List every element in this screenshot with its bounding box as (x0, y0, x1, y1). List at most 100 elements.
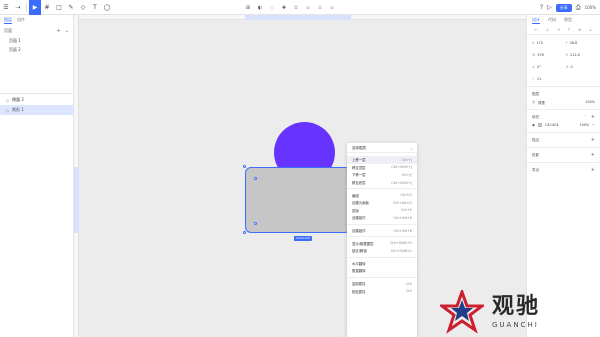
corner-radius-handle[interactable] (254, 177, 257, 180)
context-menu-item[interactable]: 创建组件 Ctrl+Alt+K (347, 227, 417, 235)
property-field[interactable]: H 212.6 (566, 51, 596, 58)
tab-code[interactable]: 代码 (548, 17, 556, 23)
menu-separator (347, 223, 417, 225)
fill-opacity[interactable]: 100% (579, 123, 589, 127)
blend-mode[interactable]: 穿透 (538, 100, 545, 105)
visibility-icon[interactable]: ◉ (532, 123, 535, 127)
blend-row[interactable]: ◎ 穿透 100% (532, 98, 595, 106)
property-value[interactable]: 0° (537, 65, 541, 69)
property-field[interactable]: W 376 (532, 51, 562, 58)
intersect-icon[interactable]: ⧇ (315, 0, 325, 15)
context-menu-item[interactable]: 创建组件 Ctrl+Alt+K (347, 214, 417, 222)
subtract-icon[interactable]: ⧈ (303, 0, 313, 15)
tab-layers[interactable]: 图层 (4, 17, 12, 24)
context-menu-item[interactable]: 显示/隐藏图层 Ctrl+Shift+H (347, 239, 417, 247)
add-page-icon[interactable]: + (57, 28, 61, 34)
align-top-icon[interactable]: ⊤ (567, 27, 570, 32)
chevron-down-icon[interactable]: ⌄ (65, 28, 69, 34)
rectangle-shape[interactable] (245, 167, 351, 233)
select-icon[interactable]: ▶ (29, 0, 41, 15)
pen-icon[interactable]: ✎ (65, 0, 77, 15)
layer-item-ellipse[interactable]: ◇ 椭圆 2 (0, 95, 74, 105)
property-field[interactable]: Y 28.6 (566, 39, 596, 46)
property-value[interactable]: 0 (570, 65, 572, 69)
rectangle-icon[interactable]: □ (53, 0, 65, 15)
fill-color[interactable]: C4C4C4 (545, 123, 559, 127)
fill-swatch[interactable] (537, 123, 542, 127)
menu-item-label: 垂直翻转 (352, 269, 366, 274)
add-stroke-icon[interactable]: + (591, 137, 595, 143)
property-field[interactable]: ⌐ 21 (532, 75, 562, 82)
align-left-icon[interactable]: ⊢ (535, 27, 538, 32)
corner-radius-handle[interactable] (254, 222, 257, 225)
property-key: H (565, 52, 569, 57)
style-icon[interactable]: ⁘ (584, 114, 587, 120)
context-menu-item[interactable]: 上移一层 Ctrl+] (347, 156, 417, 164)
property-field[interactable]: ◔ 0 (566, 63, 596, 70)
align-middle-icon[interactable]: ≡ (578, 27, 581, 32)
align-center-icon[interactable]: ⊥ (546, 27, 549, 32)
share-button[interactable]: 分享 (555, 3, 572, 12)
text-icon[interactable]: T (89, 0, 101, 15)
exclude-icon[interactable]: ⧆ (327, 0, 337, 15)
menu-icon[interactable]: ☰ (0, 0, 12, 15)
tab-prototype[interactable]: 原型 (564, 17, 572, 23)
component-icon[interactable]: ⊞ (243, 0, 253, 15)
context-menu-item[interactable]: 锁定/解锁 Ctrl+Shift+L (347, 247, 417, 255)
comment-icon[interactable]: ◯ (101, 0, 113, 15)
align-bottom-icon[interactable]: ⊥ (589, 27, 592, 32)
context-menu-item[interactable]: 创建为画板 Ctrl+Alt+G (347, 199, 417, 207)
context-menu-item[interactable]: 蒙版 Ctrl+E (347, 207, 417, 215)
align-right-icon[interactable]: ⊣ (556, 27, 559, 32)
help-icon[interactable]: ? (540, 4, 543, 11)
boolean-icon[interactable]: ◇ (267, 0, 277, 15)
watermark-logo: 观驰 GUANCHI (440, 286, 600, 337)
watermark-text: 观驰 (492, 294, 541, 319)
layer-item-rectangle[interactable]: ◇ 矩形 1 (0, 105, 74, 115)
section-title: 填充 (532, 114, 540, 119)
mask-icon[interactable]: ◐ (255, 0, 265, 15)
property-value[interactable]: 21 (537, 77, 541, 81)
context-menu-item[interactable]: 编组 Ctrl+G (347, 191, 417, 199)
tab-components[interactable]: 组件 (17, 17, 25, 23)
layer-opacity[interactable]: 100% (585, 100, 595, 104)
tab-design[interactable]: 设计 (532, 17, 540, 24)
frame-icon[interactable]: # (41, 0, 53, 15)
play-icon[interactable]: ▷ (547, 4, 552, 11)
property-field[interactable]: ∠ 0° (532, 63, 562, 70)
context-menu-item[interactable]: 垂直翻转 (347, 267, 417, 275)
shape-icon[interactable]: ◇ (77, 0, 89, 15)
add-export-icon[interactable]: + (591, 167, 595, 173)
context-menu-item[interactable]: 移至顶层 Ctrl+Shift+] (347, 164, 417, 172)
context-menu-item[interactable]: 复制属性 Ctrl (347, 280, 417, 288)
property-field[interactable] (566, 75, 596, 82)
context-menu-item[interactable]: 移至底层 Ctrl+Shift+[ (347, 179, 417, 187)
add-fill-icon[interactable]: + (591, 114, 595, 120)
page-item[interactable]: 页面 2 (0, 45, 73, 54)
resize-handle[interactable] (243, 165, 246, 168)
section-title: 投影 (532, 152, 540, 157)
fill-row[interactable]: ◉ C4C4C4 100% − (532, 121, 595, 129)
context-menu-header[interactable]: 选择图层 › (347, 145, 417, 153)
page-item[interactable]: 页面 1 (0, 36, 73, 45)
zoom-level[interactable]: 100% (585, 5, 596, 10)
union-icon[interactable]: ⧉ (291, 0, 301, 15)
context-menu-title: 选择图层 (352, 146, 366, 150)
add-shadow-icon[interactable]: + (591, 152, 595, 158)
context-menu-item[interactable]: 水平翻转 (347, 260, 417, 268)
right-panel-tabs: 设计 代码 原型 (527, 15, 600, 25)
move-icon[interactable]: ⇢ (12, 0, 24, 15)
plugin-icon[interactable]: ✚ (279, 0, 289, 15)
property-value[interactable]: 212.6 (570, 53, 580, 57)
context-menu-item[interactable]: 下移一层 Ctrl+[ (347, 171, 417, 179)
menu-item-label: 显示/隐藏图层 (352, 241, 374, 246)
resize-handle[interactable] (243, 231, 246, 234)
export-icon[interactable]: ⎙ (576, 4, 581, 12)
size-badge: 216×129 (294, 236, 312, 241)
remove-fill-icon[interactable]: − (592, 123, 595, 127)
property-value[interactable]: 376 (537, 53, 543, 57)
property-field[interactable]: X 170 (532, 39, 562, 46)
property-value[interactable]: 28.6 (570, 41, 578, 45)
context-menu-item[interactable]: 粘贴属性 Ctrl (347, 287, 417, 295)
property-value[interactable]: 170 (536, 41, 542, 45)
